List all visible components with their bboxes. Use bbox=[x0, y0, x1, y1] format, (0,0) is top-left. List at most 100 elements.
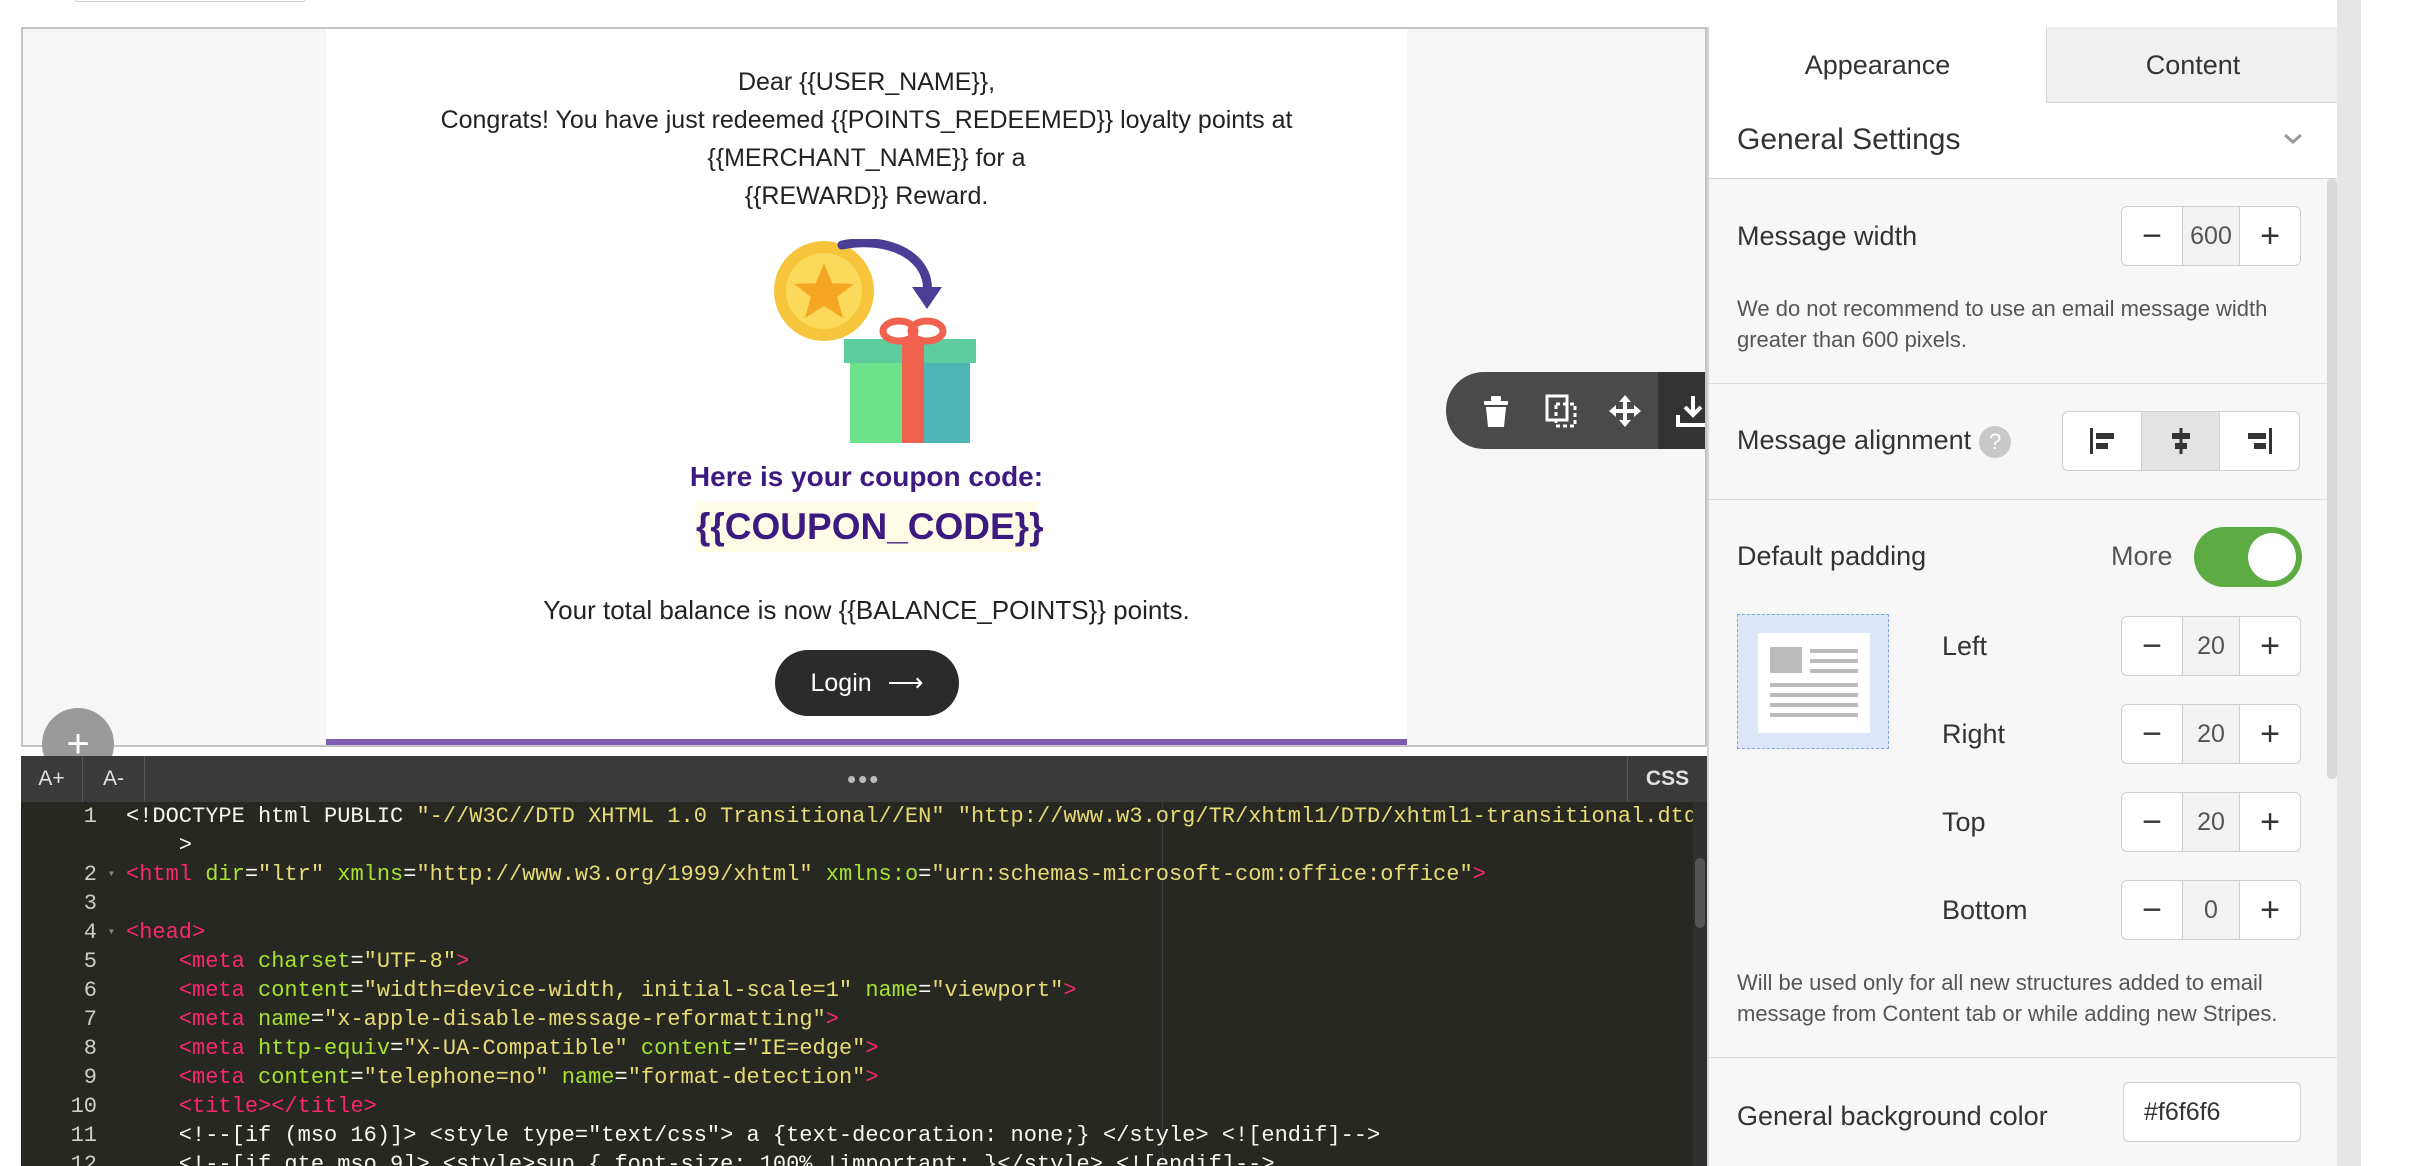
code-token: <!DOCTYPE html PUBLIC bbox=[126, 804, 417, 829]
code-line[interactable]: 4 <head> bbox=[21, 918, 1707, 947]
padding-bottom-stepper: − 0 + bbox=[2121, 880, 2301, 940]
code-token: = bbox=[310, 1007, 325, 1032]
padding-bottom-value[interactable]: 0 bbox=[2182, 881, 2240, 939]
padding-left-label: Left bbox=[1942, 631, 1988, 661]
increase-left-button[interactable]: + bbox=[2240, 617, 2300, 675]
coupon-code: {{COUPON_CODE}} bbox=[696, 502, 1043, 552]
line-number: 5 bbox=[83, 949, 97, 974]
code-token: "X-UA-Compatible" bbox=[403, 1036, 628, 1061]
code-line[interactable]: 9 <meta content="telephone=no" name="for… bbox=[21, 1063, 1707, 1092]
code-text: <meta name="x-apple-disable-message-refo… bbox=[126, 1005, 839, 1034]
code-line[interactable]: 1 <!DOCTYPE html PUBLIC "-//W3C//DTD XHTM… bbox=[21, 802, 1707, 831]
message-width-label: Message width bbox=[1737, 221, 1918, 251]
code-token: = bbox=[918, 862, 932, 887]
padding-right-label: Right bbox=[1942, 719, 2006, 749]
font-decrease-button[interactable]: A- bbox=[83, 756, 145, 802]
code-token: <meta bbox=[178, 978, 259, 1003]
code-text: <meta charset="UTF-8"> bbox=[126, 947, 469, 976]
more-padding-toggle[interactable] bbox=[2194, 527, 2302, 587]
code-text: <title></title> bbox=[126, 1092, 377, 1121]
css-tab-button[interactable]: CSS bbox=[1627, 756, 1707, 802]
code-token: <!--[if (mso 16)]> <style type="text/css… bbox=[126, 1123, 1381, 1148]
increase-right-button[interactable]: + bbox=[2240, 705, 2300, 763]
general-settings-header[interactable]: General Settings bbox=[1709, 103, 2337, 179]
code-line[interactable]: 10 <title></title> bbox=[21, 1092, 1707, 1121]
increase-bottom-button[interactable]: + bbox=[2240, 881, 2300, 939]
code-token: <title></title> bbox=[178, 1094, 377, 1119]
line-number: 4 bbox=[21, 918, 115, 947]
decrease-left-button[interactable]: − bbox=[2122, 617, 2182, 675]
arrow-right-icon: ⟶ bbox=[887, 669, 924, 697]
code-text: <head> bbox=[126, 918, 205, 947]
line-number: 10 bbox=[70, 1094, 97, 1119]
code-text: <html dir="ltr" xmlns="http://www.w3.org… bbox=[126, 860, 1486, 889]
padding-top-stepper: − 20 + bbox=[2121, 792, 2301, 852]
page-scrollbar-track[interactable] bbox=[2337, 0, 2361, 1166]
align-right-icon[interactable] bbox=[2220, 412, 2299, 470]
decrease-top-button[interactable]: − bbox=[2122, 793, 2182, 851]
padding-left-value[interactable]: 20 bbox=[2182, 617, 2240, 675]
code-token: > bbox=[825, 1007, 839, 1032]
bg-color-input[interactable]: #f6f6f6 bbox=[2123, 1082, 2301, 1142]
email-body[interactable]: Dear {{USER_NAME}}, Congrats! You have j… bbox=[326, 29, 1407, 745]
line-number: 1 bbox=[83, 804, 97, 829]
message-alignment-label: Message alignment? bbox=[1737, 425, 2012, 458]
align-left-icon[interactable] bbox=[2063, 412, 2142, 470]
font-increase-button[interactable]: A+ bbox=[21, 756, 83, 802]
move-icon[interactable] bbox=[1593, 372, 1658, 449]
decrease-width-button[interactable]: − bbox=[2122, 207, 2182, 265]
padding-preview-thumbnail bbox=[1737, 614, 1889, 749]
code-lines[interactable]: 1 <!DOCTYPE html PUBLIC "-//W3C//DTD XHTM… bbox=[21, 802, 1707, 1166]
line-number: 6 bbox=[83, 978, 97, 1003]
padding-right-value[interactable]: 20 bbox=[2182, 705, 2240, 763]
padding-right-stepper: − 20 + bbox=[2121, 704, 2301, 764]
decrease-bottom-button[interactable]: − bbox=[2122, 881, 2182, 939]
panel-scrollbar[interactable] bbox=[2327, 179, 2337, 779]
padding-top-value[interactable]: 20 bbox=[2182, 793, 2240, 851]
chevron-down-icon[interactable] bbox=[2279, 125, 2307, 153]
tab-content[interactable]: Content bbox=[2047, 27, 2337, 103]
increase-width-button[interactable]: + bbox=[2240, 207, 2300, 265]
email-preview-canvas[interactable]: Dear {{USER_NAME}}, Congrats! You have j… bbox=[21, 27, 1707, 747]
help-icon[interactable]: ? bbox=[1979, 425, 2012, 458]
code-token: dir bbox=[205, 862, 245, 887]
code-line[interactable]: 8 <meta http-equiv="X-UA-Compatible" con… bbox=[21, 1034, 1707, 1063]
line-number: 12 bbox=[70, 1152, 97, 1166]
increase-top-button[interactable]: + bbox=[2240, 793, 2300, 851]
code-line[interactable]: 5 <meta charset="UTF-8"> bbox=[21, 947, 1707, 976]
code-token: = bbox=[733, 1036, 747, 1061]
greeting-text: Dear {{USER_NAME}}, bbox=[737, 68, 996, 96]
editor-scrollbar[interactable] bbox=[1693, 802, 1707, 1166]
code-token: http-equiv bbox=[258, 1036, 391, 1061]
code-token: <html bbox=[126, 862, 206, 887]
duplicate-icon[interactable] bbox=[1529, 372, 1594, 449]
code-editor[interactable]: A+ A- ••• CSS 1 <!DOCTYPE html PUBLIC "-/… bbox=[21, 756, 1707, 1166]
editor-scroll-thumb[interactable] bbox=[1695, 858, 1705, 928]
login-button[interactable]: Login ⟶ bbox=[775, 650, 959, 716]
align-center-icon[interactable] bbox=[2141, 412, 2221, 470]
settings-panel: Appearance Content General Settings Mess… bbox=[1707, 27, 2337, 1166]
code-token: = bbox=[390, 1036, 404, 1061]
code-line[interactable]: 11 <!--[if (mso 16)]> <style type="text/… bbox=[21, 1121, 1707, 1150]
default-padding-label: Default padding bbox=[1737, 541, 1927, 571]
tab-appearance[interactable]: Appearance bbox=[1709, 27, 2047, 103]
balance-text: Your total balance is now {{BALANCE_POIN… bbox=[543, 595, 1190, 625]
message-width-value[interactable]: 600 bbox=[2182, 207, 2240, 265]
bg-color-label: General background color bbox=[1737, 1101, 2048, 1131]
code-line[interactable]: 7 <meta name="x-apple-disable-message-re… bbox=[21, 1005, 1707, 1034]
trash-icon[interactable] bbox=[1464, 372, 1529, 449]
resize-handle[interactable]: ••• bbox=[847, 764, 880, 795]
code-line[interactable]: 3 bbox=[21, 889, 1707, 918]
code-line[interactable]: 6 <meta content="width=device-width, ini… bbox=[21, 976, 1707, 1005]
code-line[interactable]: > bbox=[21, 831, 1707, 860]
code-line[interactable]: 12 <!--[if gte mso 9]> <style>sup { font… bbox=[21, 1150, 1707, 1166]
code-line[interactable]: 2<html dir="ltr" xmlns="http://www.w3.or… bbox=[21, 860, 1707, 889]
toggle-knob bbox=[2248, 533, 2296, 581]
decrease-right-button[interactable]: − bbox=[2122, 705, 2182, 763]
save-module-icon[interactable] bbox=[1657, 372, 1705, 449]
document-icon bbox=[1758, 633, 1870, 733]
